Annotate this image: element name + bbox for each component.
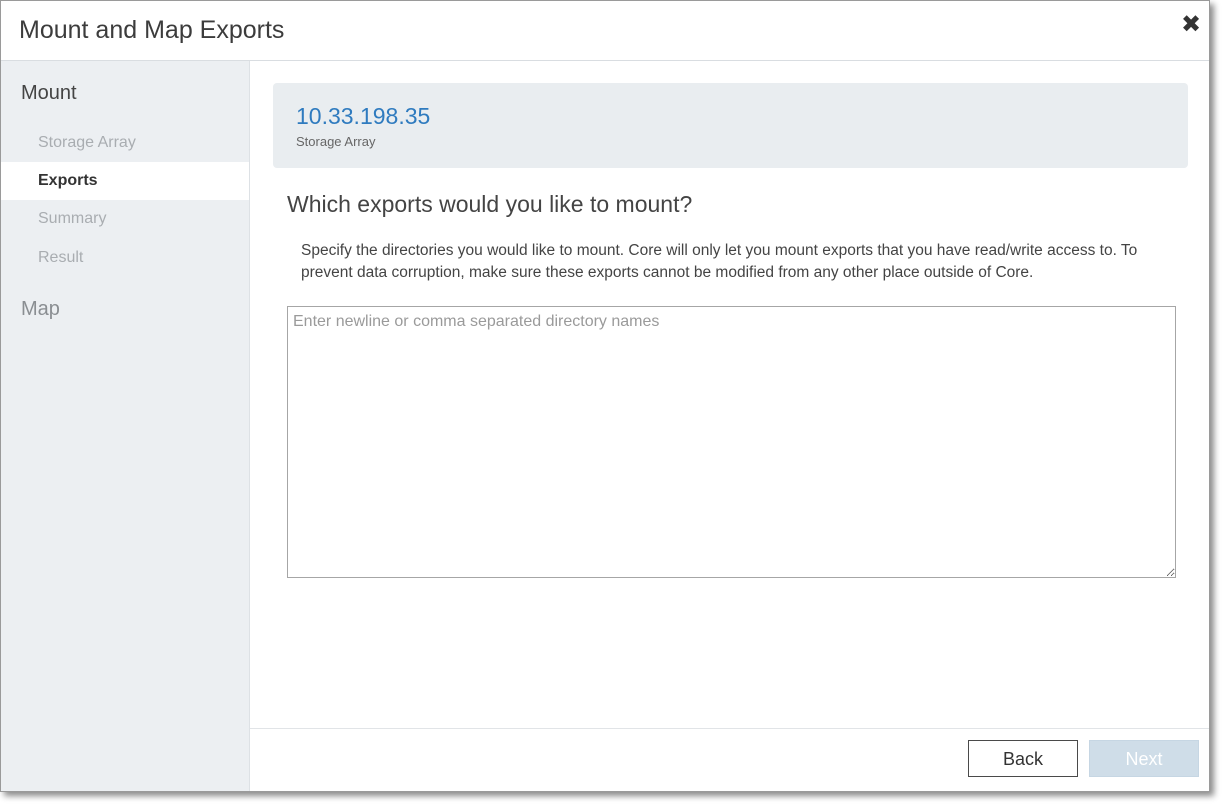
dialog-title: Mount and Map Exports bbox=[19, 16, 285, 44]
sidebar-heading-mount: Mount bbox=[21, 82, 77, 104]
next-button[interactable]: Next bbox=[1089, 740, 1199, 777]
mount-map-dialog: Mount and Map Exports ✖ Mount Storage Ar… bbox=[0, 0, 1210, 792]
dialog-header: Mount and Map Exports ✖ bbox=[1, 1, 1209, 61]
close-icon[interactable]: ✖ bbox=[1177, 11, 1205, 39]
page-description: Specify the directories you would like t… bbox=[301, 242, 1138, 281]
sidebar-item-exports[interactable]: Exports bbox=[1, 162, 249, 200]
main-content: 10.33.198.35 Storage Array Which exports… bbox=[250, 61, 1209, 791]
back-button[interactable]: Back bbox=[968, 740, 1078, 777]
storage-array-info: 10.33.198.35 Storage Array bbox=[273, 83, 1188, 168]
page-question: Which exports would you like to mount? bbox=[287, 191, 693, 217]
sidebar-item-storage-array: Storage Array bbox=[38, 134, 136, 151]
directory-names-input[interactable] bbox=[287, 306, 1176, 578]
dialog-footer: Back Next bbox=[250, 728, 1209, 791]
storage-array-label: Storage Array bbox=[296, 134, 376, 149]
sidebar-heading-map: Map bbox=[21, 298, 60, 320]
storage-array-ip: 10.33.198.35 bbox=[296, 103, 431, 129]
sidebar-item-summary: Summary bbox=[38, 210, 107, 227]
sidebar-item-result: Result bbox=[38, 249, 84, 266]
wizard-sidebar: Mount Storage Array Exports Summary Resu… bbox=[1, 61, 250, 791]
